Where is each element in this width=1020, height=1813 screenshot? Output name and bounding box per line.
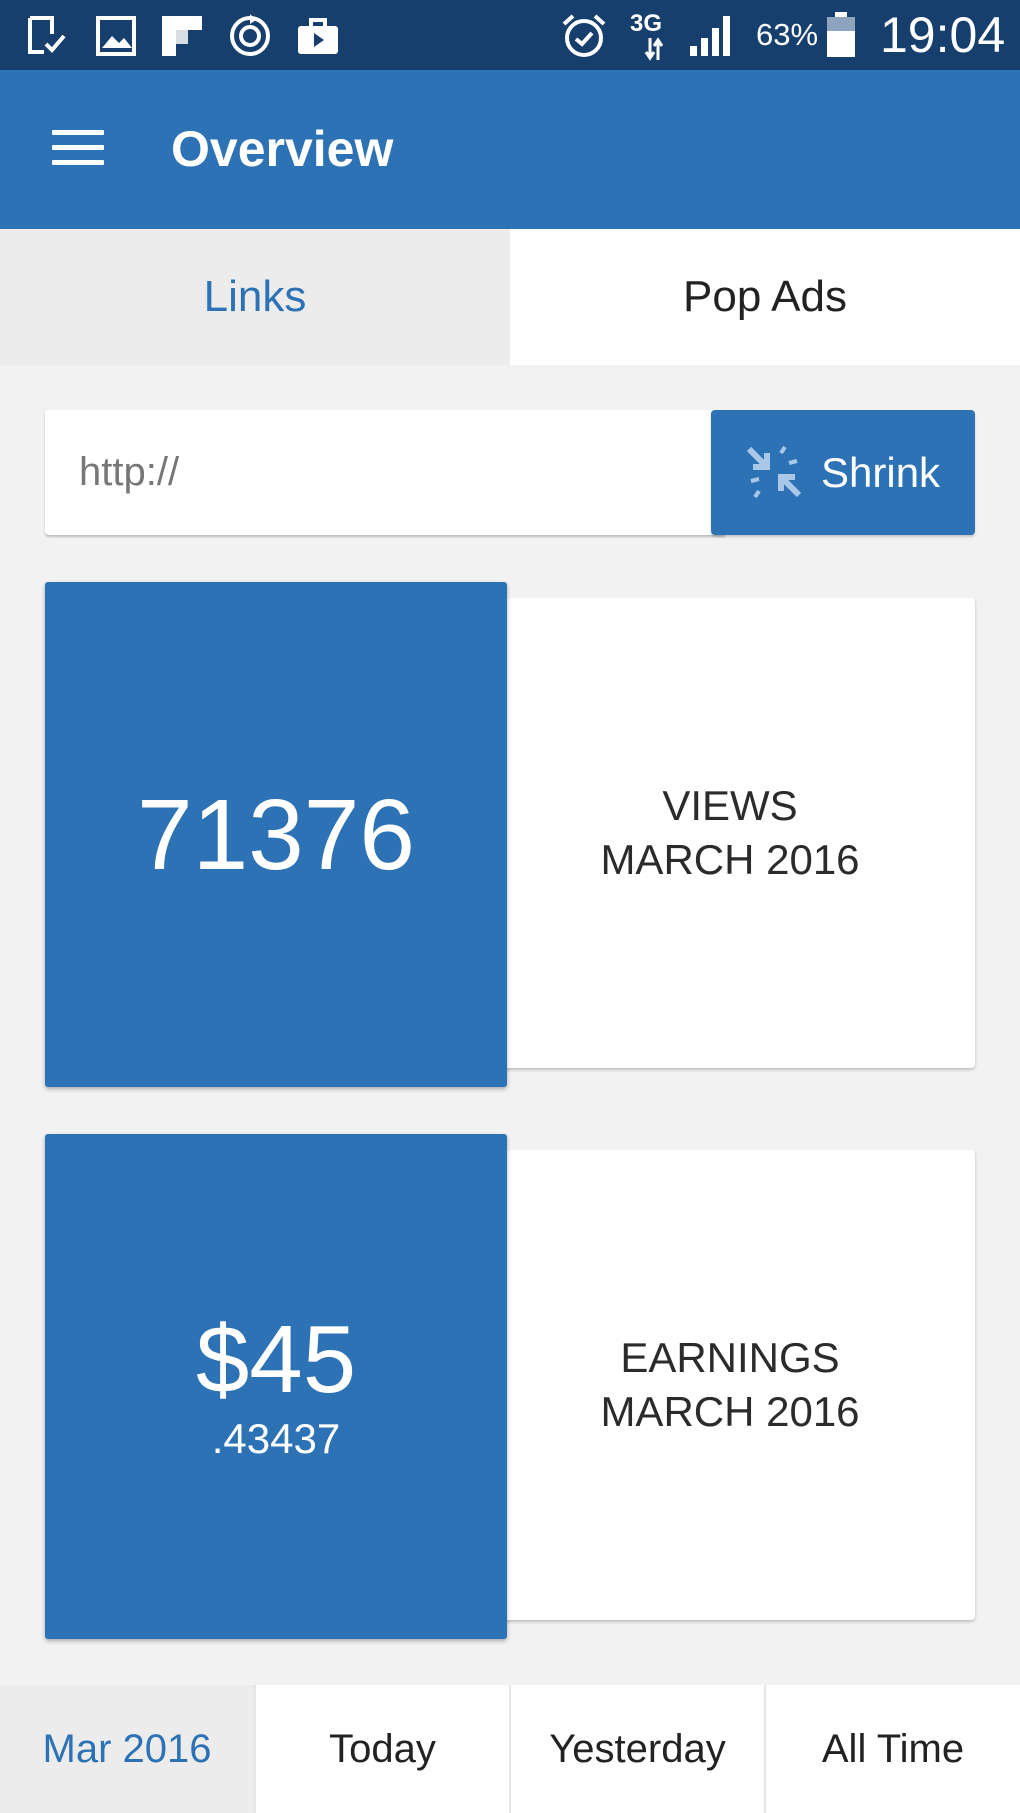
shrink-arrows-icon	[746, 445, 802, 499]
flipboard-icon	[162, 16, 202, 56]
views-value-panel: 71376	[45, 582, 507, 1087]
earnings-card: EARNINGS MARCH 2016 $45 .43437	[45, 1134, 975, 1639]
earnings-decimals: .43437	[211, 1414, 341, 1462]
battery-icon	[827, 12, 855, 57]
views-label: VIEWS	[662, 782, 798, 829]
network-type-indicator: 3G	[630, 6, 674, 66]
earnings-amount: $45	[195, 1305, 357, 1413]
alarm-icon	[562, 14, 606, 57]
views-card: VIEWS MARCH 2016 71376	[45, 582, 975, 1087]
data-arrows-icon	[644, 37, 664, 61]
sync-icon	[230, 14, 270, 56]
period-today[interactable]: Today	[254, 1685, 509, 1813]
app-screen: 3G 63% 19:04 Overview Links Pop Ads http…	[0, 0, 1020, 1813]
gallery-icon	[96, 16, 136, 56]
status-bar: 3G 63% 19:04	[0, 0, 1020, 70]
battery-percent: 63%	[756, 17, 819, 52]
tab-pop-ads[interactable]: Pop Ads	[510, 229, 1020, 365]
period-selector: Mar 2016 Today Yesterday All Time	[0, 1685, 1020, 1813]
period-yesterday[interactable]: Yesterday	[509, 1685, 764, 1813]
page-title: Overview	[171, 121, 394, 177]
views-period: MARCH 2016	[600, 836, 860, 883]
shrink-button[interactable]: Shrink	[711, 410, 975, 535]
views-count: 71376	[136, 778, 416, 891]
hamburger-menu-icon[interactable]	[42, 116, 114, 180]
earnings-value-panel: $45 .43437	[45, 1134, 507, 1639]
download-done-icon	[28, 16, 66, 54]
earnings-period: MARCH 2016	[600, 1388, 860, 1435]
briefcase-play-icon	[298, 18, 338, 54]
tab-links[interactable]: Links	[0, 229, 510, 365]
network-type-label: 3G	[630, 10, 663, 37]
earnings-label: EARNINGS	[620, 1334, 840, 1381]
signal-icon	[690, 16, 730, 56]
shrink-button-label: Shrink	[821, 449, 941, 496]
views-info-panel: VIEWS MARCH 2016	[485, 598, 975, 1068]
url-input[interactable]	[45, 410, 725, 535]
url-shortener: Shrink	[45, 410, 975, 535]
tab-bar: Links Pop Ads	[0, 229, 1020, 365]
clock-time: 19:04	[880, 7, 1006, 63]
app-bar: Overview	[0, 70, 1020, 229]
period-mar-2016[interactable]: Mar 2016	[0, 1685, 254, 1813]
earnings-info-panel: EARNINGS MARCH 2016	[485, 1150, 975, 1620]
period-all-time[interactable]: All Time	[764, 1685, 1020, 1813]
